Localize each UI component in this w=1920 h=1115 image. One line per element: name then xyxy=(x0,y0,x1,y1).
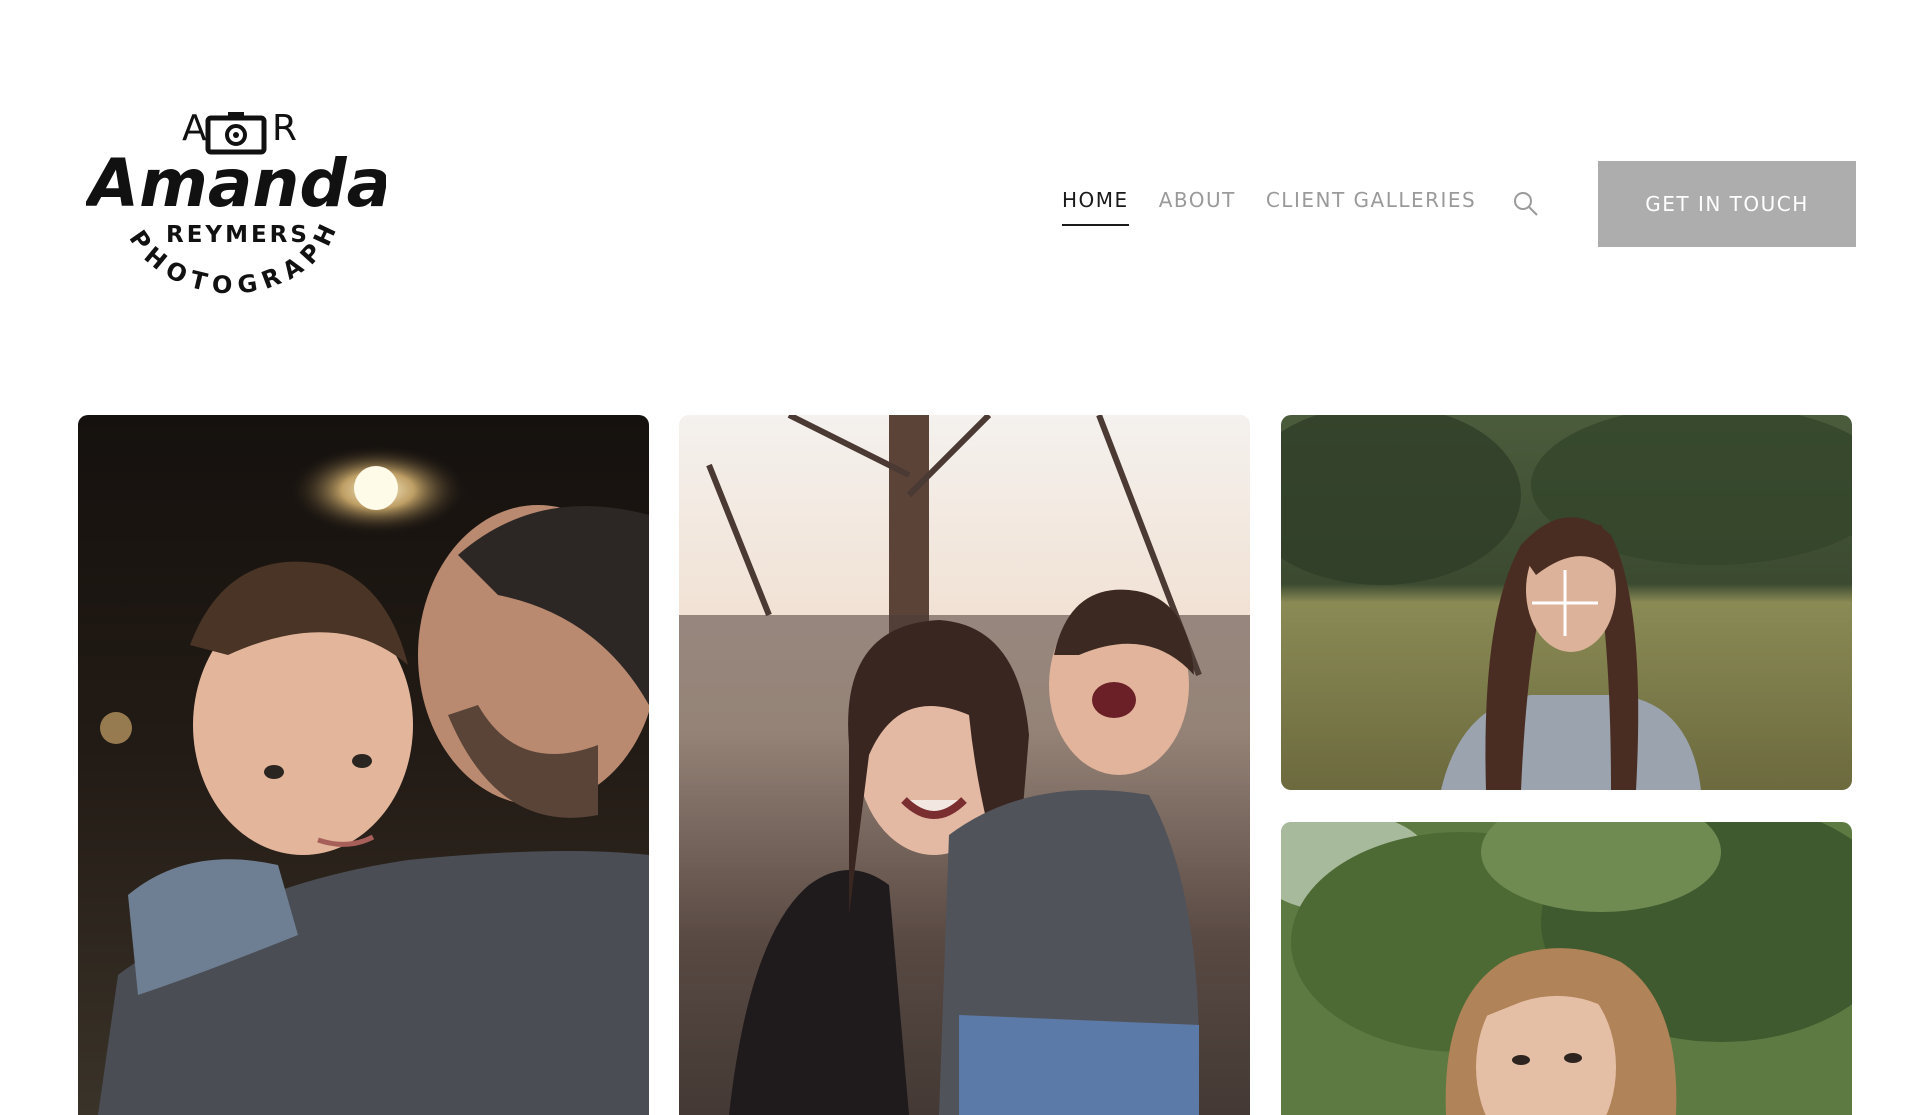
photo-father-son xyxy=(78,415,649,1115)
search-button[interactable] xyxy=(1512,190,1540,218)
get-in-touch-button[interactable]: GET IN TOUCH xyxy=(1598,161,1856,247)
photo-mother-son xyxy=(679,415,1250,1115)
logo-surname: REYMERS xyxy=(166,222,310,248)
site-logo[interactable]: A R Amanda REYMERS PHOTOGRAPHY xyxy=(73,78,391,310)
photo-senior-trees xyxy=(1281,822,1852,1115)
logo-mark: A R Amanda REYMERS PHOTOGRAPHY xyxy=(73,78,391,300)
search-icon xyxy=(1514,192,1538,216)
nav-item-about[interactable]: ABOUT xyxy=(1159,188,1236,226)
photo-senior-field xyxy=(1281,415,1852,790)
gallery-photo-senior-trees[interactable] xyxy=(1281,822,1852,1115)
logo-initial-left: A xyxy=(182,108,207,149)
site-header: A R Amanda REYMERS PHOTOGRAPHY HOME ABOU… xyxy=(0,0,1920,400)
nav-item-home[interactable]: HOME xyxy=(1062,188,1129,226)
logo-script-name: Amanda xyxy=(86,145,386,222)
nav-item-client-galleries[interactable]: CLIENT GALLERIES xyxy=(1266,188,1476,226)
logo-initial-right: R xyxy=(272,108,297,149)
gallery-photo-father-son[interactable] xyxy=(78,415,649,1115)
gallery-photo-senior-field[interactable] xyxy=(1281,415,1852,790)
gallery-photo-mother-son[interactable] xyxy=(679,415,1250,1115)
main-nav: HOME ABOUT CLIENT GALLERIES xyxy=(1062,188,1506,226)
